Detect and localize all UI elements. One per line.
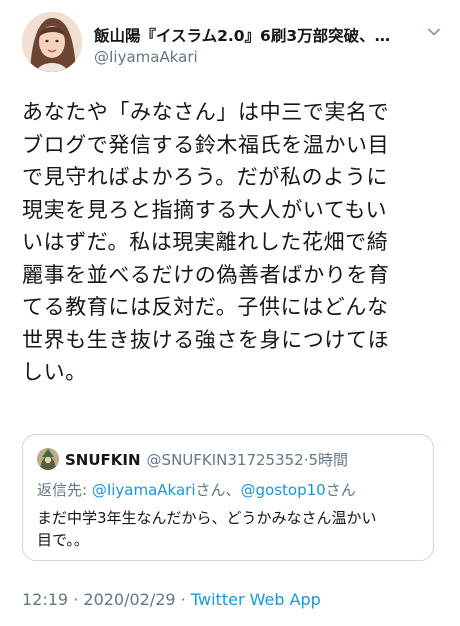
tweet-header: 飯山陽『イスラム2.0』6刷3万部突破、… @IiyamaAkari	[22, 12, 442, 74]
tweet-text-line: で見守ればよかろう。だが私のように	[22, 165, 388, 189]
tweet-text-line: ブログで発信する鈴木福氏を温かい目	[22, 132, 390, 157]
tweet-time[interactable]: 12:19	[22, 590, 68, 609]
chevron-down-icon[interactable]	[426, 24, 442, 40]
quoted-header: SNUFKIN @SNUFKIN31725352·5時間	[65, 449, 348, 470]
separator-dot: ·	[180, 590, 186, 609]
tweet-text-line: てる教育には反対だ。子供にはどんな	[22, 295, 389, 319]
tweet-date[interactable]: 2020/02/29	[83, 590, 175, 609]
reply-context: 返信先: @IiyamaAkariさん、@gostop10さん	[37, 479, 356, 500]
author-handle[interactable]: @IiyamaAkari	[94, 48, 198, 66]
tweet-text-line: 現実を見ろと指摘する大人がいてもい	[22, 197, 388, 222]
tweet-meta: 12:19 · 2020/02/29 · Twitter Web App	[22, 590, 321, 609]
separator-dot: ·	[73, 590, 79, 609]
reply-mid: さん、	[195, 481, 241, 499]
tweet-text-line: あなたや「みなさん」は中三で実名で	[22, 100, 390, 124]
reply-prefix: 返信先:	[37, 481, 92, 499]
source-app-link[interactable]: Twitter Web App	[191, 590, 321, 609]
avatar-portrait-icon	[22, 12, 82, 72]
tweet-text-line: 世界も生き抜ける強さを身につけてほ	[22, 327, 390, 352]
reply-mention-link[interactable]: @IiyamaAkari	[92, 481, 196, 499]
tweet-text-line: 麗事を並べるだけの偽善者ばかりを育	[22, 262, 390, 287]
quoted-timestamp: 5時間	[308, 451, 349, 469]
reply-mention-link[interactable]: @gostop10	[241, 481, 326, 499]
reply-suffix: さん	[325, 481, 356, 499]
tweet-text-line: いはずだ。私は現実離れした花畑で綺	[22, 230, 389, 254]
author-avatar[interactable]	[22, 12, 82, 72]
quoted-text-line: 目で。。	[37, 531, 89, 549]
tweet-card: 飯山陽『イスラム2.0』6刷3万部突破、… @IiyamaAkari あなたや「…	[0, 0, 460, 626]
quoted-text: まだ中学3年生なんだから、どうかみなさん温かい 目で。。	[37, 507, 421, 551]
tweet-text: あなたや「みなさん」は中三で実名で ブログで発信する鈴木福氏を温かい目 で見守れ…	[22, 96, 442, 389]
quoted-handle: @SNUFKIN31725352	[146, 451, 304, 469]
quoted-tweet[interactable]: SNUFKIN @SNUFKIN31725352·5時間 返信先: @Iiyama…	[22, 434, 434, 561]
quoted-text-line: まだ中学3年生なんだから、どうかみなさん温かい	[37, 509, 377, 527]
author-display-name[interactable]: 飯山陽『イスラム2.0』6刷3万部突破、…	[94, 24, 414, 46]
quoted-author-avatar	[37, 448, 59, 470]
avatar-portrait-icon	[37, 448, 59, 470]
tweet-text-line: しい。	[22, 360, 87, 384]
quoted-display-name: SNUFKIN	[65, 451, 141, 469]
